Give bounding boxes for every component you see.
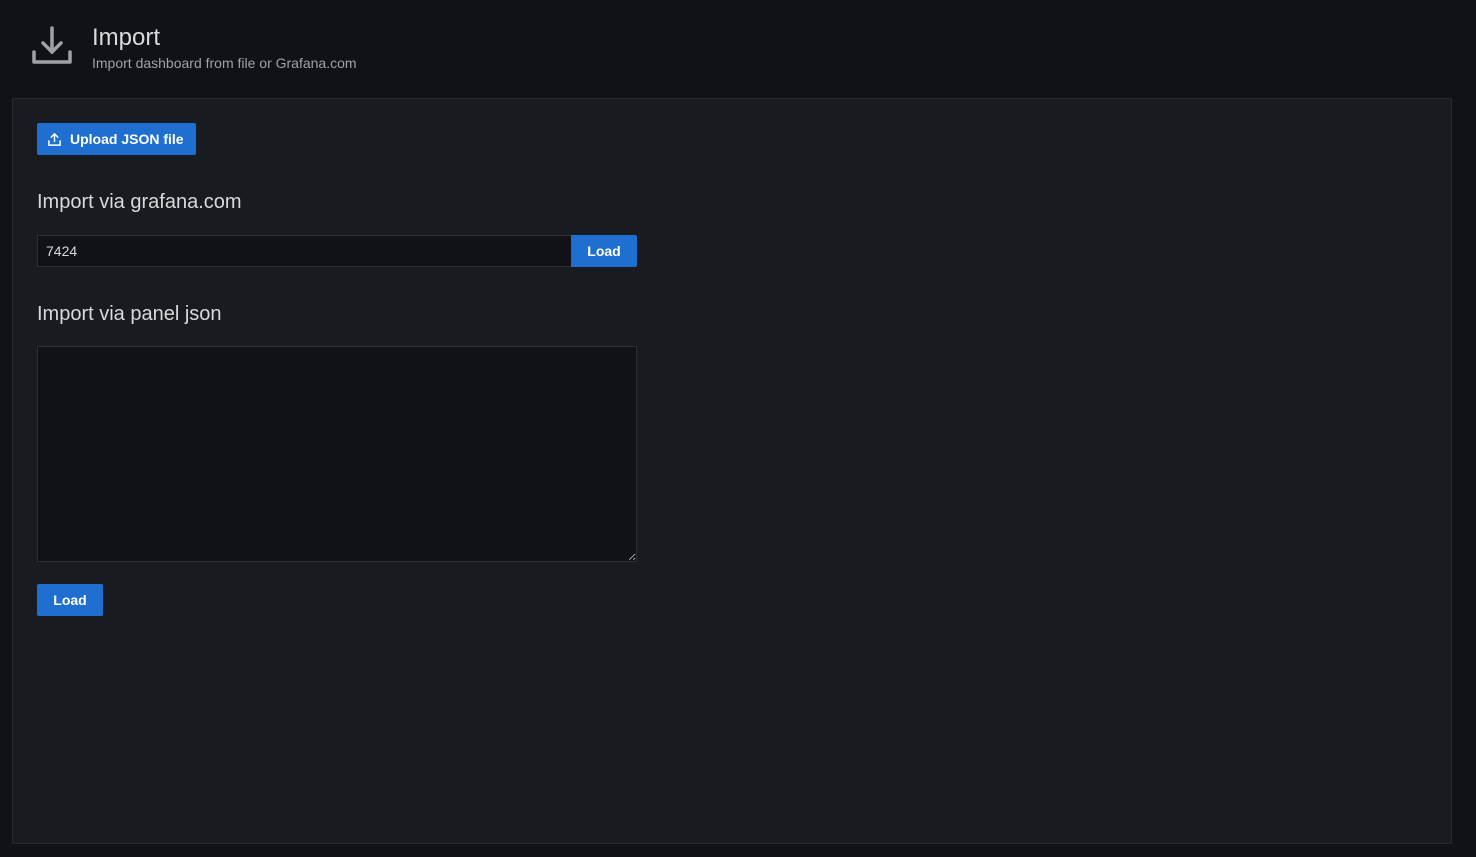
page-title: Import (92, 24, 161, 51)
download-icon (32, 26, 72, 64)
grafana-load-button[interactable]: Load (571, 235, 637, 267)
panel-json-load-button[interactable]: Load (37, 584, 103, 616)
panel-json-textarea[interactable] (37, 346, 637, 562)
grafana-dashboard-id-input[interactable] (37, 235, 572, 267)
upload-json-label: Upload JSON file (70, 131, 184, 147)
page-header: Import Import dashboard from file or Gra… (0, 0, 1476, 98)
grafana-import-heading: Import via grafana.com (37, 191, 242, 213)
page-subtitle: Import dashboard from file or Grafana.co… (92, 55, 357, 71)
panel-json-import-heading: Import via panel json (37, 303, 222, 325)
upload-icon (48, 132, 61, 146)
import-panel: Upload JSON file Import via grafana.com … (12, 98, 1452, 844)
upload-json-button[interactable]: Upload JSON file (37, 123, 196, 155)
